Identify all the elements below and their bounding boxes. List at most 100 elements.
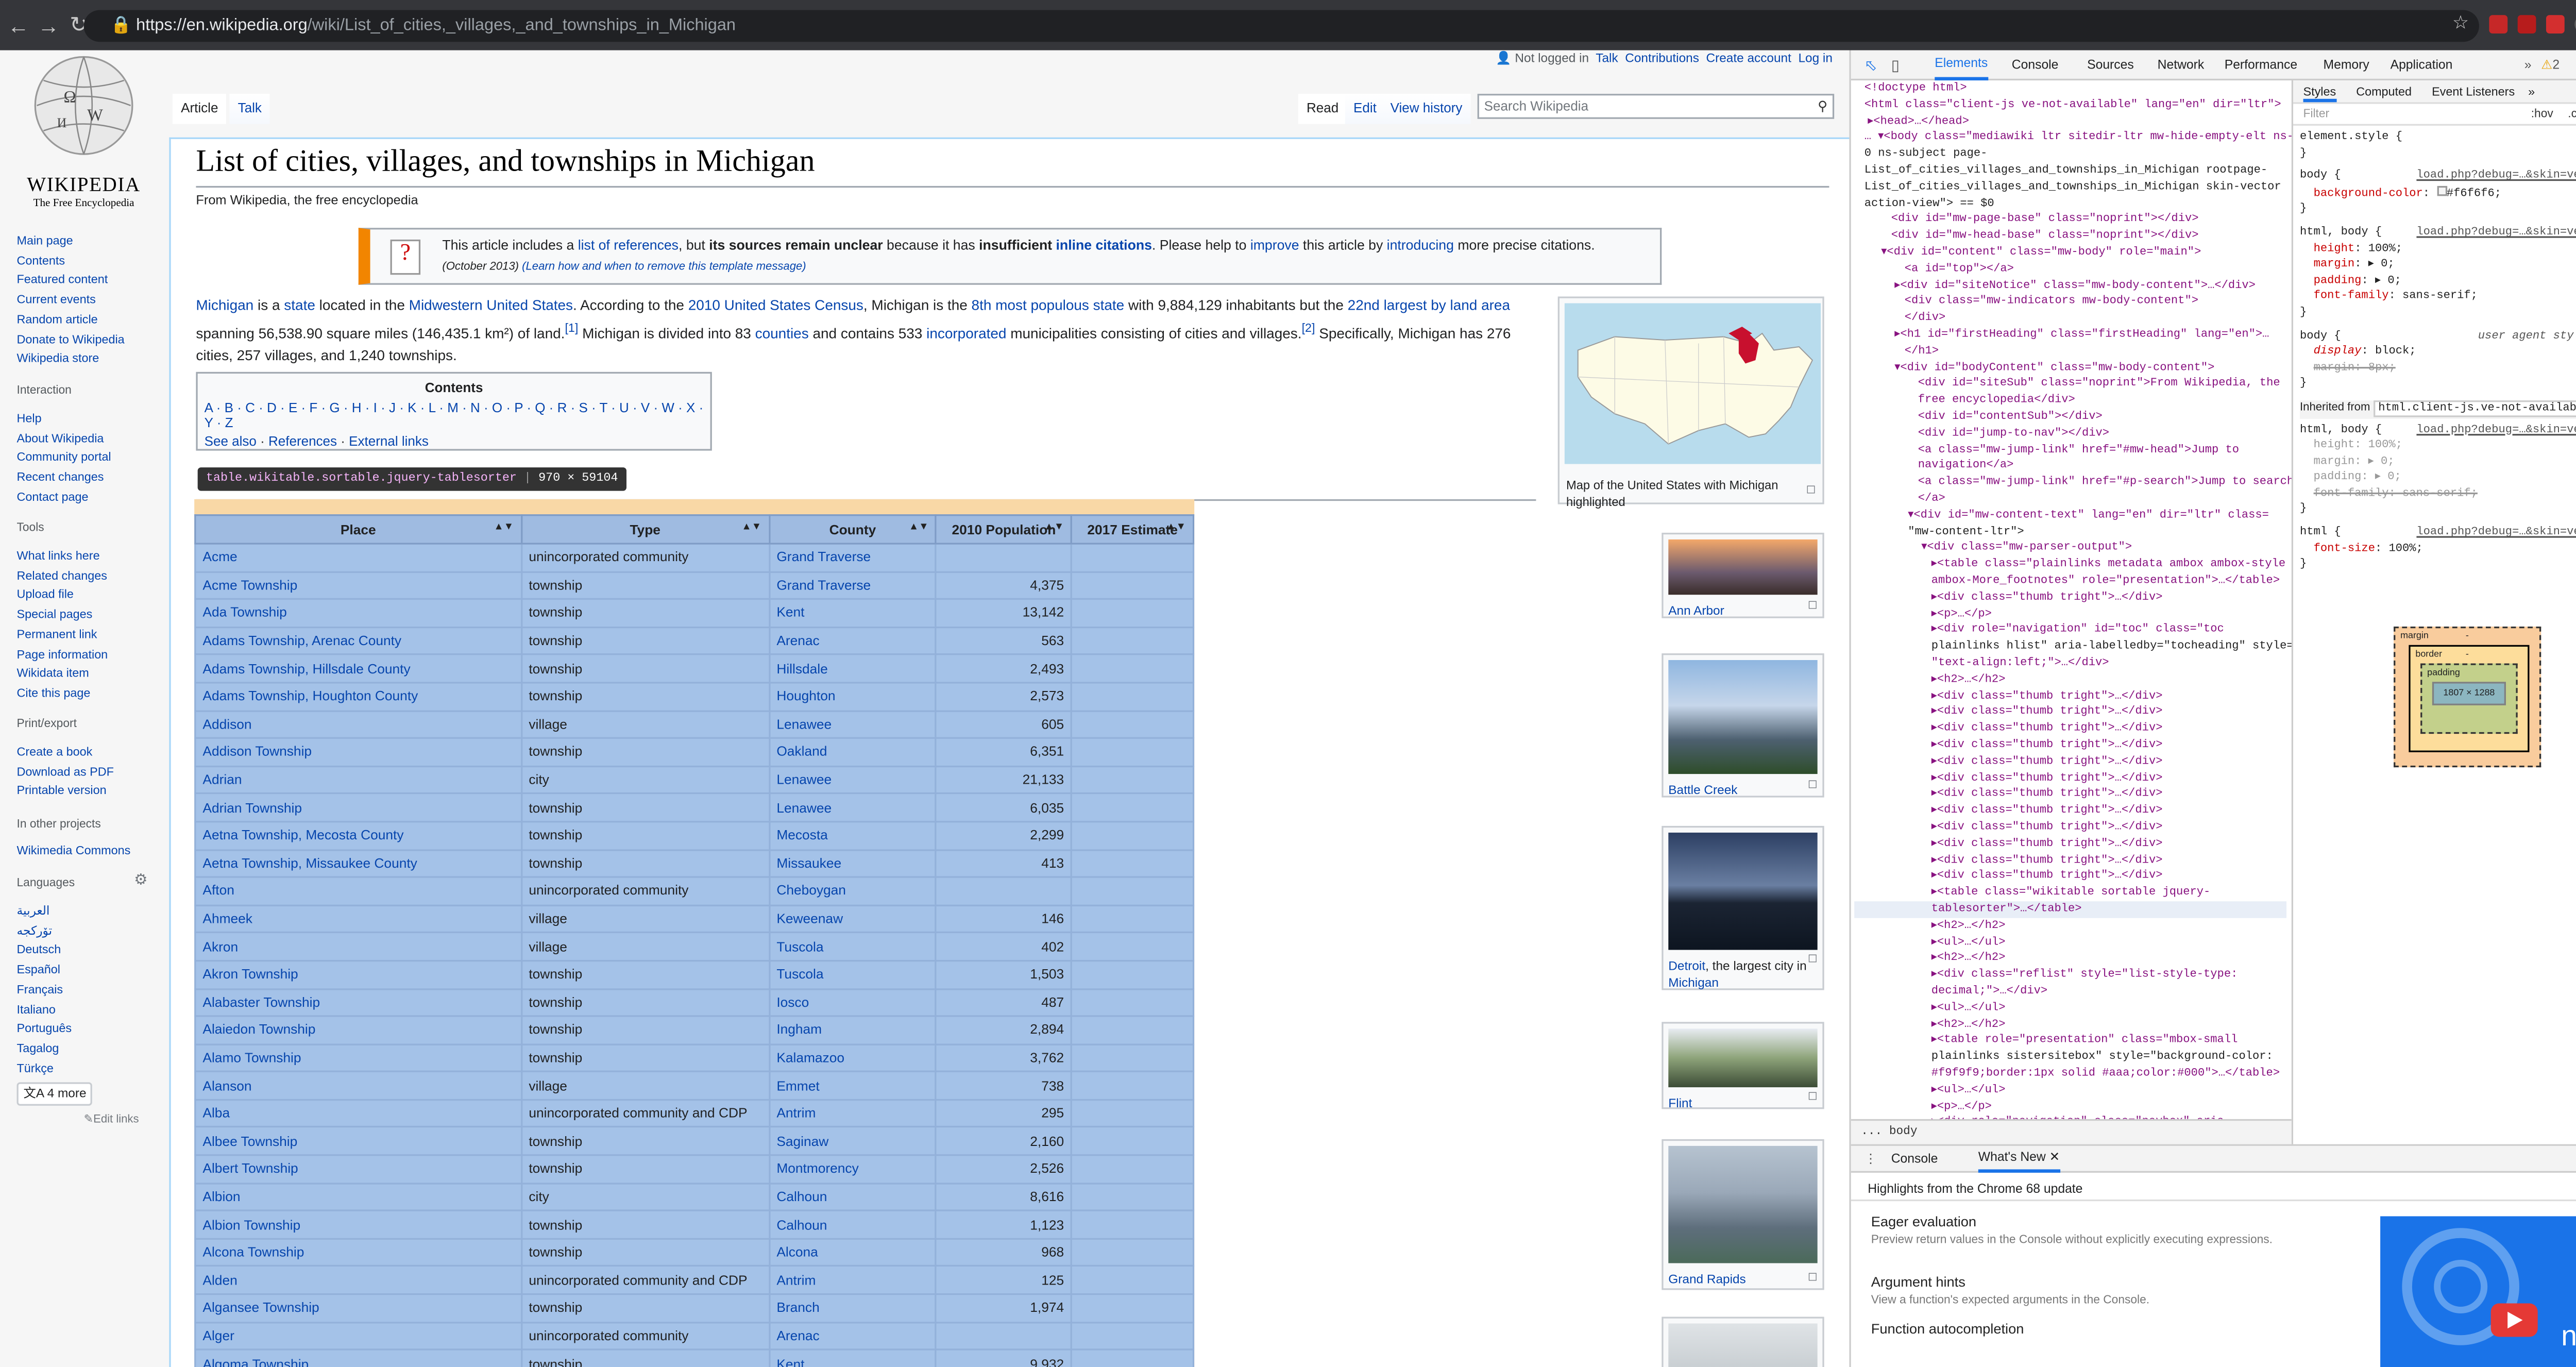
sidebar-language-item[interactable]: Italiano	[17, 999, 72, 1019]
place-cell[interactable]: Afton	[194, 876, 522, 906]
more-tabs-icon[interactable]: »	[2524, 50, 2532, 81]
sort-icon[interactable]: ▲▼	[741, 522, 761, 533]
feature-eager[interactable]: Eager evaluation Preview return values i…	[1871, 1213, 2374, 1248]
sidebar-language-item[interactable]: تۆرکجه	[17, 921, 72, 940]
ann-arbor-image[interactable]	[1668, 539, 1818, 595]
detroit-link[interactable]: Detroit	[1668, 958, 1705, 973]
county-cell[interactable]: Arenac	[768, 1321, 937, 1351]
sort-icon[interactable]: ▲▼	[1166, 522, 1186, 533]
dom-node-line[interactable]: ▸<div class="thumb tright">…</div>	[1931, 772, 2163, 788]
dom-node-line[interactable]: ▸<h2>…</h2>	[1931, 919, 2006, 936]
more-icon[interactable]: »	[2528, 84, 2535, 99]
gear-icon[interactable]: ⚙	[134, 871, 147, 890]
dom-node-line[interactable]: decimal;">…</div>	[1931, 985, 2047, 1002]
cls-toggle[interactable]: .cls	[2568, 104, 2576, 126]
dom-node-line[interactable]: </a>	[1918, 493, 1945, 509]
devtools-tab-performance[interactable]: Performance	[2225, 50, 2297, 81]
sidebar-language-item[interactable]: Tagalog	[17, 1039, 72, 1058]
dom-node-line[interactable]: ▸<div class="thumb tright">…</div>	[1931, 739, 2163, 755]
battle-creek-link[interactable]: Battle Creek	[1668, 782, 1737, 797]
county-cell[interactable]: Tuscola	[768, 932, 937, 961]
place-cell[interactable]: Addison	[194, 710, 522, 739]
dom-node-line[interactable]: <div class="mw-indicators mw-body-conten…	[1905, 295, 2198, 312]
county-cell[interactable]: Branch	[768, 1293, 937, 1323]
dom-node-line[interactable]: <div id="contentSub"></div>	[1918, 411, 2103, 427]
place-cell[interactable]: Albion Township	[194, 1210, 522, 1240]
sidebar-tools-item[interactable]: Permanent link	[17, 625, 108, 644]
feature-autocompletion[interactable]: Function autocompletion	[1871, 1320, 2374, 1337]
dom-node-line[interactable]: ▸<h1 id="firstHeading" class="firstHeadi…	[1894, 328, 2269, 345]
place-cell[interactable]: Adams Township, Houghton County	[194, 682, 522, 712]
computed-tab[interactable]: Computed	[2356, 84, 2412, 99]
census-link[interactable]: 2010 United States Census	[688, 296, 863, 313]
place-cell[interactable]: Ahmeek	[194, 904, 522, 934]
dom-node-line[interactable]: ▸<ul>…</ul>	[1931, 1002, 2006, 1018]
header-county[interactable]: County ▲▼	[768, 514, 937, 545]
dom-node-line[interactable]: ▸<div class="reflist" style="list-style-…	[1931, 969, 2238, 985]
sidebar-language-item[interactable]: Português	[17, 1019, 72, 1039]
midwestern-link[interactable]: Midwestern United States	[409, 296, 573, 313]
dom-node-line[interactable]: ▸<h2>…</h2>	[1931, 1018, 2006, 1034]
county-cell[interactable]: Kalamazoo	[768, 1043, 937, 1073]
place-cell[interactable]: Alamo Township	[194, 1043, 522, 1073]
dom-node-line[interactable]: ▸<div class="thumb tright">…</div>	[1931, 837, 2163, 854]
inline-citations-link[interactable]: inline citations	[1056, 238, 1152, 253]
place-cell[interactable]: Akron	[194, 932, 522, 961]
incorporated-link[interactable]: incorporated	[926, 324, 1006, 341]
place-cell[interactable]: Alanson	[194, 1071, 522, 1101]
sidebar-print-item[interactable]: Printable version	[17, 781, 114, 801]
extension-icon[interactable]	[2489, 15, 2508, 34]
place-cell[interactable]: Alba	[194, 1099, 522, 1128]
dom-node-line[interactable]: <a class="mw-jump-link" href="#mw-head">…	[1918, 443, 2239, 460]
list-of-references-link[interactable]: list of references	[578, 238, 679, 253]
sidebar-tools-item[interactable]: Special pages	[17, 605, 108, 625]
header-type[interactable]: Type ▲▼	[520, 514, 770, 545]
dom-node-line[interactable]: ▸<p>…</p>	[1931, 607, 1992, 624]
search-input[interactable]: Search Wikipedia ⚲	[1477, 94, 1835, 119]
sidebar-tools-item[interactable]: Related changes	[17, 566, 108, 585]
county-cell[interactable]: Ingham	[768, 1015, 937, 1045]
place-cell[interactable]: Adrian Township	[194, 793, 522, 823]
devtools-tab-memory[interactable]: Memory	[2324, 50, 2369, 81]
sidebar-main-item[interactable]: Featured content	[17, 271, 125, 290]
dom-node-line[interactable]: ▸<div class="thumb tright">…</div>	[1931, 804, 2163, 821]
county-cell[interactable]: Missaukee	[768, 848, 937, 879]
detroit-image[interactable]	[1668, 832, 1818, 950]
hov-toggle[interactable]: :hov	[2531, 104, 2553, 126]
dom-node-line[interactable]: ▸<table class="plainlinks metadata ambox…	[1931, 558, 2285, 575]
counties-link[interactable]: counties	[755, 324, 809, 341]
warning-icon[interactable]: ⚠2	[2541, 50, 2560, 81]
county-cell[interactable]: Iosco	[768, 987, 937, 1017]
dom-node-line[interactable]: plainlinks sistersitebox" style="backgro…	[1931, 1051, 2273, 1067]
dom-node-line[interactable]: ▸<div id="siteNotice" class="mw-body-con…	[1894, 279, 2256, 296]
dom-node-line[interactable]: ▾<div id="mw-content-text" lang="en" dir…	[1908, 509, 2269, 526]
sidebar-language-item[interactable]: Español	[17, 960, 72, 980]
whatsnew-video[interactable]: new	[2380, 1216, 2576, 1367]
populous-link[interactable]: 8th most populous state	[972, 296, 1125, 313]
sidebar-projects-item[interactable]: Wikimedia Commons	[17, 841, 131, 860]
county-cell[interactable]: Kent	[768, 1349, 937, 1367]
sidebar-tools-item[interactable]: Wikidata item	[17, 664, 108, 683]
place-cell[interactable]: Akron Township	[194, 959, 522, 989]
tab-read[interactable]: Read	[1298, 94, 1347, 124]
sidebar-interaction-item[interactable]: About Wikipedia	[17, 428, 111, 448]
county-cell[interactable]: Emmet	[768, 1071, 937, 1101]
magnify-icon[interactable]: ◻	[1806, 482, 1816, 496]
dom-node-line[interactable]: tablesorter">…</table>	[1931, 903, 2082, 919]
county-cell[interactable]: Tuscola	[768, 959, 937, 989]
dom-node-line[interactable]: ▸<div class="thumb tright">…</div>	[1931, 591, 2163, 607]
grand-rapids-link[interactable]: Grand Rapids	[1668, 1272, 1745, 1287]
dom-node-line[interactable]: ▸<div class="thumb tright">…</div>	[1931, 788, 2163, 804]
drawer-whatsnew-tab[interactable]: What's New ✕	[1978, 1146, 2060, 1173]
dom-node-line[interactable]: ▸<div class="thumb tright">…</div>	[1931, 821, 2163, 837]
county-cell[interactable]: Lenawee	[768, 710, 937, 739]
create-account-link[interactable]: Create account	[1706, 50, 1791, 65]
dom-node-line[interactable]: ▸<h2>…</h2>	[1931, 952, 2006, 969]
dom-node-line[interactable]: </h1>	[1905, 345, 1939, 361]
place-cell[interactable]: Ada Township	[194, 598, 522, 628]
sort-icon[interactable]: ▲▼	[1044, 522, 1064, 533]
magnify-icon[interactable]: ◻	[1808, 1089, 1818, 1103]
county-cell[interactable]: Calhoun	[768, 1210, 937, 1240]
dom-node-line[interactable]: ▸<head>…</head>	[1868, 115, 1969, 131]
sidebar-main-item[interactable]: Main page	[17, 231, 125, 251]
